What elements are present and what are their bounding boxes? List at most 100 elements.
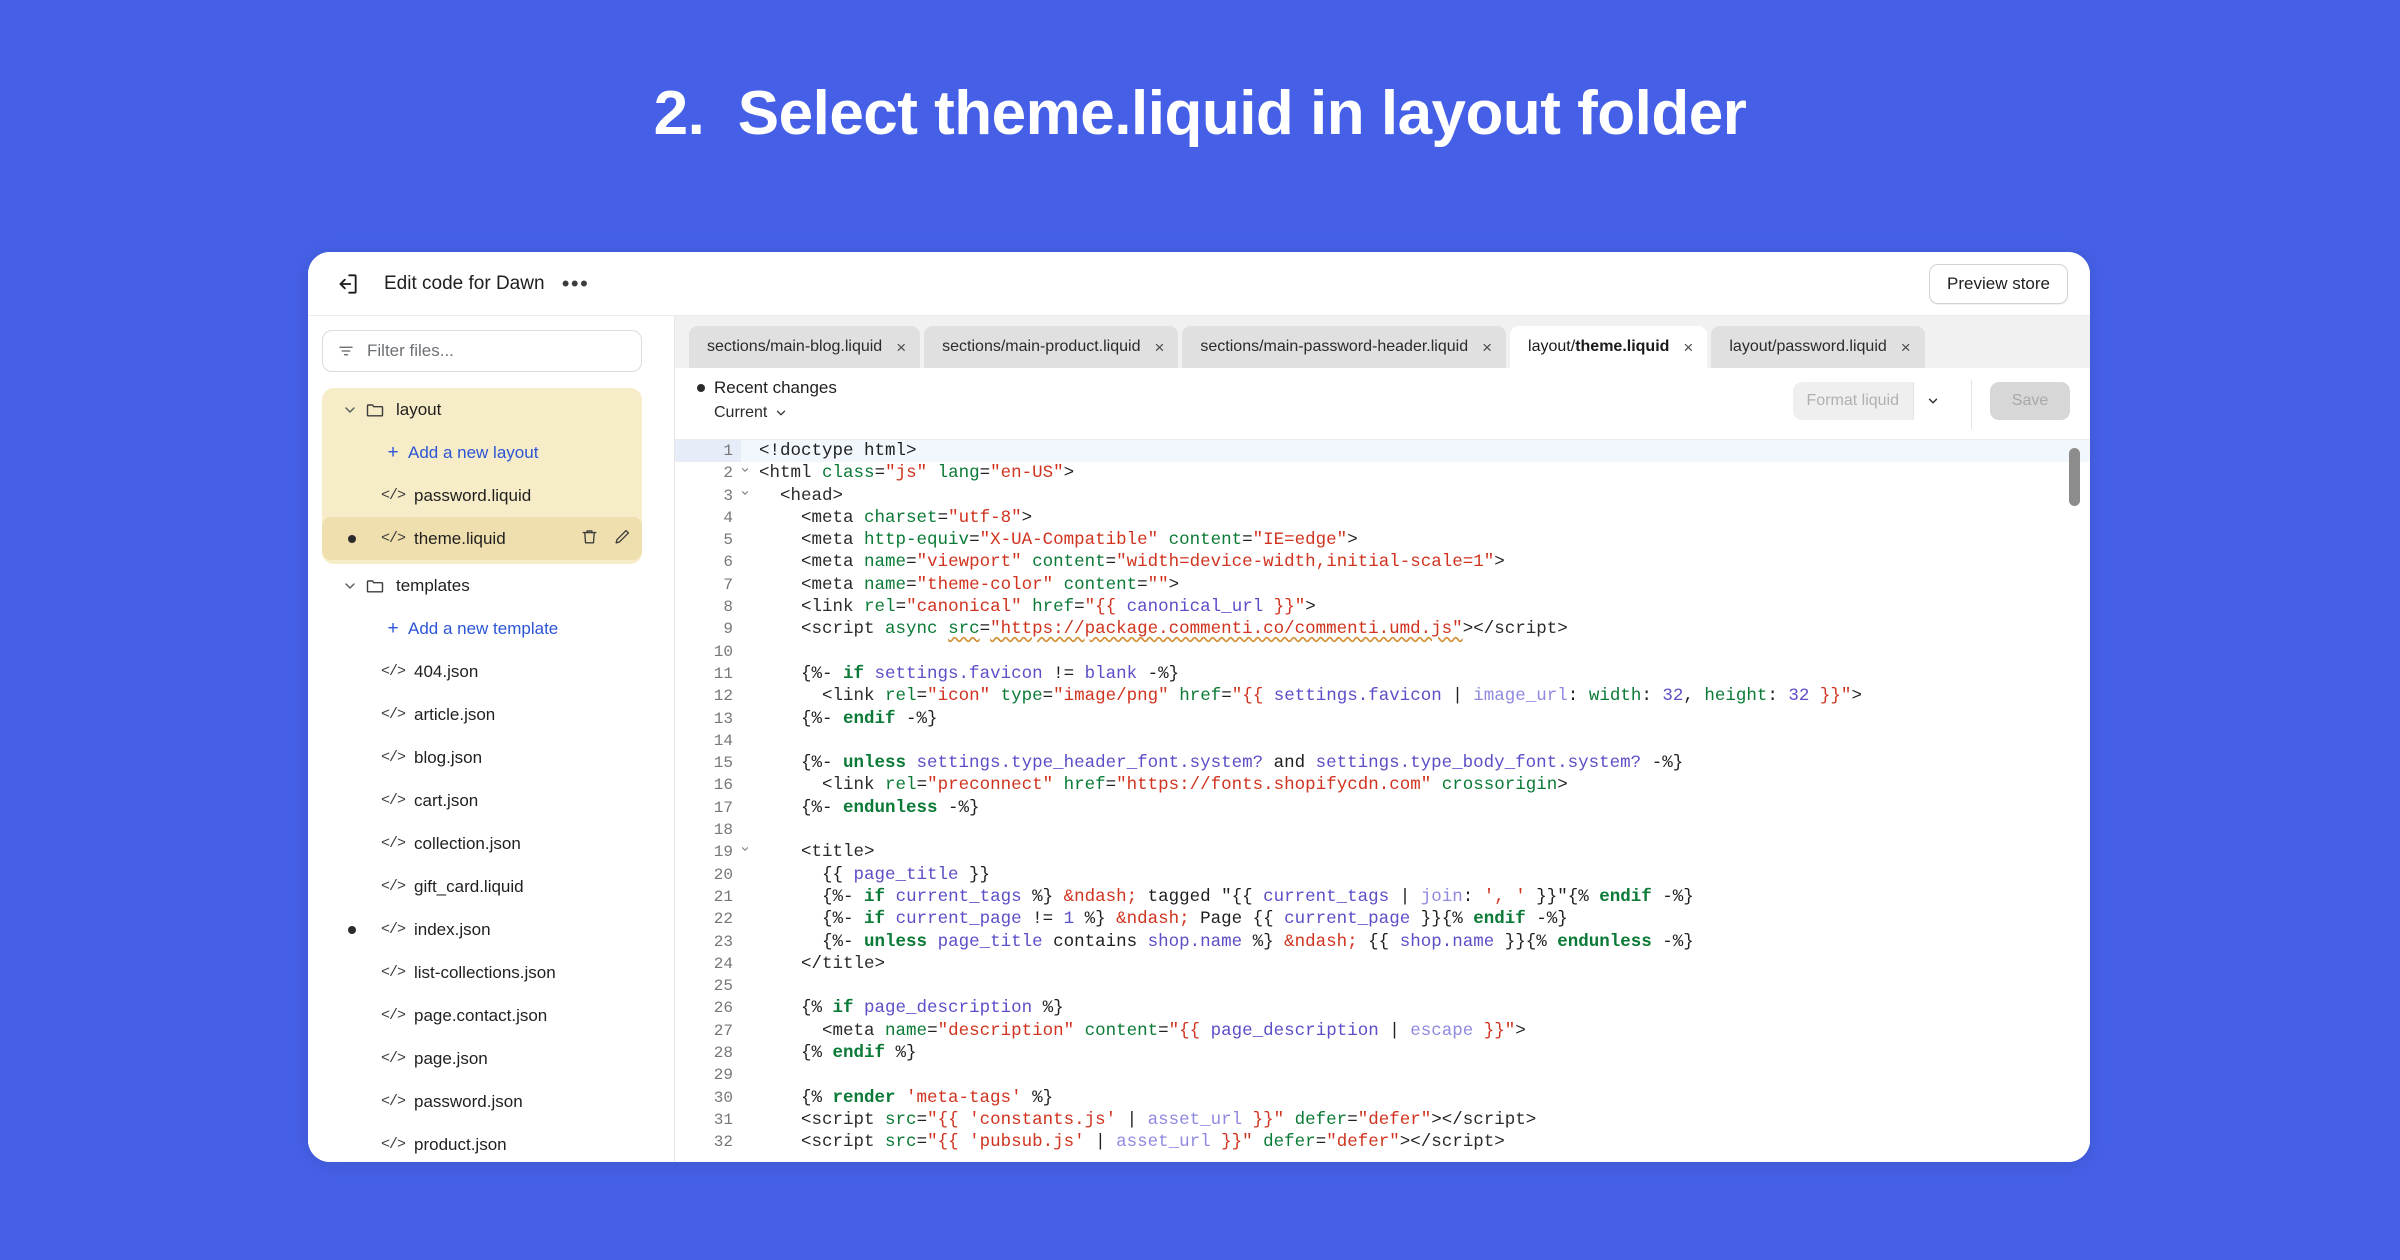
page-title: 2. Select theme.liquid in layout folder (653, 79, 1747, 148)
code-line[interactable]: 11 {%- if settings.favicon != blank -%} (675, 663, 2090, 685)
code-line[interactable]: 6 <meta name="viewport" content="width=d… (675, 551, 2090, 573)
code-file-icon: </> (380, 706, 406, 723)
tree-file-theme.liquid[interactable]: </> theme.liquid (322, 517, 642, 560)
file-tree-sidebar: Filter files... layout + Add a new layout <… (308, 316, 656, 1162)
editor-tab[interactable]: sections/main-product.liquid × (924, 326, 1179, 368)
line-number: 16 (713, 776, 733, 795)
preview-store-button[interactable]: Preview store (1929, 263, 2068, 304)
code-line[interactable]: 28 {% endif %} (675, 1042, 2090, 1064)
code-line[interactable]: 23 {%- unless page_title contains shop.n… (675, 931, 2090, 953)
row-actions (580, 527, 632, 551)
line-number: 26 (713, 999, 733, 1018)
tree-file-article.json[interactable]: </> article.json (322, 693, 642, 736)
line-number: 15 (713, 754, 733, 773)
tree-file-collection.json[interactable]: </> collection.json (322, 822, 642, 865)
code-line[interactable]: 18 (675, 819, 2090, 841)
editor-tab[interactable]: layout/theme.liquid × (1510, 326, 1708, 368)
exit-arrow-icon[interactable] (334, 271, 360, 297)
editor-tab[interactable]: sections/main-blog.liquid × (689, 326, 921, 368)
tree-file-gift_card.liquid[interactable]: </> gift_card.liquid (322, 865, 642, 908)
editor-tab[interactable]: layout/password.liquid × (1711, 326, 1925, 368)
app-body: Filter files... layout + Add a new layout <… (308, 316, 2090, 1162)
tree-file-password.liquid[interactable]: </> password.liquid (322, 474, 642, 517)
code-line[interactable]: 8 <link rel="canonical" href="{{ canonic… (675, 596, 2090, 618)
tree-file-product.json[interactable]: </> product.json (322, 1123, 642, 1162)
code-line[interactable]: 26 {% if page_description %} (675, 997, 2090, 1019)
code-line[interactable]: 22 {%- if current_page != 1 %} &ndash; P… (675, 908, 2090, 930)
code-line[interactable]: 14 (675, 730, 2090, 752)
tree-folder-layout[interactable]: layout (322, 388, 642, 431)
code-line[interactable]: 31 <script src="{{ 'constants.js' | asse… (675, 1109, 2090, 1131)
code-line[interactable]: 27 <meta name="description" content="{{ … (675, 1020, 2090, 1042)
chevron-down-icon[interactable] (342, 402, 358, 418)
close-icon[interactable]: × (1901, 339, 1911, 356)
code-line[interactable]: 16 <link rel="preconnect" href="https://… (675, 774, 2090, 796)
version-select[interactable]: Current (697, 404, 837, 422)
code-text: <meta name="description" content="{{ pag… (759, 1020, 1526, 1041)
code-line[interactable]: 25 (675, 975, 2090, 997)
code-line[interactable]: 24 </title> (675, 953, 2090, 975)
code-text: {%- unless settings.type_header_font.sys… (759, 753, 1684, 774)
code-line[interactable]: 4 <meta charset="utf-8"> (675, 507, 2090, 529)
code-line[interactable]: 5 <meta http-equiv="X-UA-Compatible" con… (675, 529, 2090, 551)
save-button[interactable]: Save (1990, 382, 2070, 420)
code-line[interactable]: 32 <script src="{{ 'pubsub.js' | asset_u… (675, 1131, 2090, 1153)
code-line[interactable]: 19 <title> (675, 841, 2090, 863)
code-line[interactable]: 29 (675, 1064, 2090, 1086)
line-number: 21 (713, 887, 733, 906)
code-line[interactable]: 12 <link rel="icon" type="image/png" hre… (675, 685, 2090, 707)
code-text: {%- if current_tags %} &ndash; tagged "{… (759, 886, 1694, 907)
tree-item-label: password.json (414, 1091, 523, 1111)
code-line[interactable]: 7 <meta name="theme-color" content=""> (675, 574, 2090, 596)
code-scrollbar[interactable] (2069, 448, 2080, 506)
tree-file-blog.json[interactable]: </> blog.json (322, 736, 642, 779)
code-line[interactable]: 30 {% render 'meta-tags' %} (675, 1087, 2090, 1109)
code-file-icon: </> (380, 1136, 406, 1153)
format-liquid-chevron-down-icon[interactable] (1913, 382, 1951, 420)
tree-action-add-a-new-template[interactable]: + Add a new template (322, 607, 642, 650)
tree-file-404.json[interactable]: </> 404.json (322, 650, 642, 693)
line-number: 24 (713, 954, 733, 973)
code-text: <link rel="canonical" href="{{ canonical… (759, 597, 1316, 618)
close-icon[interactable]: × (1683, 339, 1693, 356)
tree-file-cart.json[interactable]: </> cart.json (322, 779, 642, 822)
code-line[interactable]: 10 (675, 641, 2090, 663)
more-options-button[interactable]: ••• (561, 271, 591, 297)
filter-files-input[interactable]: Filter files... (322, 330, 642, 372)
tree-file-page.json[interactable]: </> page.json (322, 1037, 642, 1080)
sidebar-divider (656, 316, 674, 1162)
close-icon[interactable]: × (896, 339, 906, 356)
code-line[interactable]: 20 {{ page_title }} (675, 864, 2090, 886)
folder-group-layout: layout + Add a new layout </> password.liqui… (322, 388, 642, 564)
code-line[interactable]: 3 <head> (675, 485, 2090, 507)
line-number: 6 (723, 553, 733, 572)
code-line[interactable]: 21 {%- if current_tags %} &ndash; tagged… (675, 886, 2090, 908)
code-line[interactable]: 17 {%- endunless -%} (675, 797, 2090, 819)
code-line[interactable]: 15 {%- unless settings.type_header_font.… (675, 752, 2090, 774)
code-line[interactable]: 13 {%- endif -%} (675, 708, 2090, 730)
line-number: 5 (723, 531, 733, 550)
tree-file-index.json[interactable]: </> index.json (322, 908, 642, 951)
tree-file-list-collections.json[interactable]: </> list-collections.json (322, 951, 642, 994)
rename-icon[interactable] (613, 527, 632, 551)
tree-file-page.contact.json[interactable]: </> page.contact.json (322, 994, 642, 1037)
code-text: <html class="js" lang="en-US"> (759, 463, 1075, 484)
code-editor[interactable]: 1 <!doctype html> 2 <html class="js" lang="… (675, 440, 2090, 1162)
code-text: {%- unless page_title contains shop.name… (759, 931, 1694, 952)
close-icon[interactable]: × (1482, 339, 1492, 356)
code-line[interactable]: 1 <!doctype html> (675, 440, 2090, 463)
tree-file-password.json[interactable]: </> password.json (322, 1080, 642, 1123)
code-editor-window: Edit code for Dawn ••• Preview store Fil… (308, 252, 2090, 1162)
editor-tab[interactable]: sections/main-password-header.liquid × (1182, 326, 1507, 368)
tree-action-add-a-new-layout[interactable]: + Add a new layout (322, 431, 642, 474)
code-line[interactable]: 9 <script async src="https://package.com… (675, 618, 2090, 640)
code-line[interactable]: 2 <html class="js" lang="en-US"> (675, 462, 2090, 484)
delete-icon[interactable] (580, 527, 599, 551)
chevron-down-icon[interactable] (342, 578, 358, 594)
close-icon[interactable]: × (1154, 339, 1164, 356)
format-liquid-button[interactable]: Format liquid (1792, 382, 1951, 420)
tree-folder-templates[interactable]: templates (322, 564, 642, 607)
